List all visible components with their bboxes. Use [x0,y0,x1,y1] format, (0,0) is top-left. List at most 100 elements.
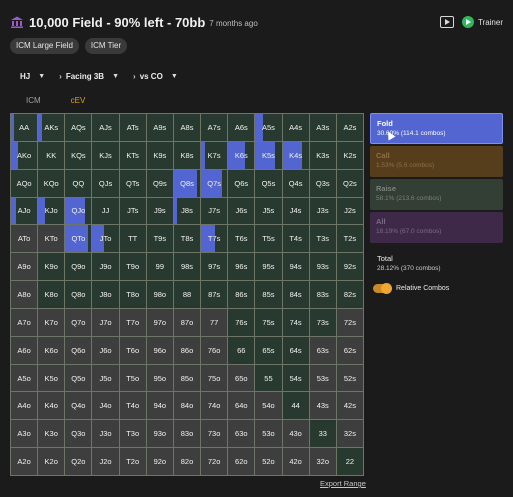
hand-cell[interactable]: J3s [309,197,336,225]
toggle-switch[interactable] [373,283,392,294]
action-raise[interactable]: Raise 58.1% (213.6 combos) [370,179,503,210]
hand-cell[interactable]: A4s [282,114,309,141]
facing-select[interactable]: › Facing 3B ▼ [59,72,119,81]
hand-cell[interactable]: A6o [11,336,38,364]
hand-cell[interactable]: Q5o [65,364,92,392]
action-call[interactable]: Call 1.53% (5.6 combos) [370,146,503,177]
hand-cell[interactable]: T2s [336,225,363,253]
action-allin[interactable]: All 18.19% (67.0 combos) [370,212,503,243]
hand-cell[interactable]: J7s [201,197,228,225]
hand-cell[interactable]: TT [119,225,146,253]
hand-cell[interactable]: Q8s [173,169,201,197]
hand-cell[interactable]: K5s [255,141,282,169]
hand-cell[interactable]: KK [38,141,65,169]
chip-icm-tier[interactable]: ICM Tier [84,38,128,54]
hand-cell[interactable]: A9o [11,253,38,281]
hand-cell[interactable]: 84o [173,392,201,420]
hand-cell[interactable]: T7s [201,225,228,253]
hand-cell[interactable]: 94s [282,253,309,281]
hand-cell[interactable]: T9o [119,253,146,281]
hand-cell[interactable]: 83s [309,281,336,308]
hand-cell[interactable]: 43s [309,392,336,420]
hand-cell[interactable]: KJo [38,197,65,225]
hand-cell[interactable]: A3s [309,114,336,141]
hand-cell[interactable]: J5s [255,197,282,225]
hand-cell[interactable]: K9o [38,253,65,281]
hand-cell[interactable]: A8o [11,281,38,308]
hand-cell[interactable]: 87s [201,281,228,308]
hand-cell[interactable]: 83o [173,420,201,448]
hand-cell[interactable]: QTo [65,225,92,253]
hand-cell[interactable]: K3s [309,141,336,169]
hand-cell[interactable]: J9s [146,197,173,225]
hand-cell[interactable]: A2o [11,448,38,475]
hand-cell[interactable]: 54s [282,364,309,392]
hand-cell[interactable]: 22 [336,448,363,475]
hand-cell[interactable]: A5o [11,364,38,392]
hand-cell[interactable]: JJ [92,197,119,225]
hand-cell[interactable]: 52s [336,364,363,392]
hand-cell[interactable]: AKs [38,114,65,141]
hand-cell[interactable]: Q2o [65,448,92,475]
hand-cell[interactable]: T8s [173,225,201,253]
hand-cell[interactable]: T7o [119,308,146,336]
hand-cell[interactable]: 75o [201,364,228,392]
hand-cell[interactable]: QJo [65,197,92,225]
hand-cell[interactable]: ATo [11,225,38,253]
hand-cell[interactable]: 65s [255,336,282,364]
hand-cell[interactable]: KTs [119,141,146,169]
hand-cell[interactable]: T9s [146,225,173,253]
hand-cell[interactable]: Q9o [65,253,92,281]
hand-cell[interactable]: 76s [228,308,255,336]
hand-cell[interactable]: 66 [228,336,255,364]
hand-cell[interactable]: KJs [92,141,119,169]
hand-cell[interactable]: K2o [38,448,65,475]
hand-cell[interactable]: 95o [146,364,173,392]
hand-cell[interactable]: Q8o [65,281,92,308]
hand-cell[interactable]: 77 [201,308,228,336]
hand-cell[interactable]: 82s [336,281,363,308]
hand-cell[interactable]: 63o [228,420,255,448]
hand-cell[interactable]: J8s [173,197,201,225]
hand-cell[interactable]: K4o [38,392,65,420]
hand-cell[interactable]: 73s [309,308,336,336]
hand-cell[interactable]: 87o [173,308,201,336]
hand-cell[interactable]: A7s [201,114,228,141]
hand-cell[interactable]: T5s [255,225,282,253]
hand-cell[interactable]: 62o [228,448,255,475]
hand-cell[interactable]: K8o [38,281,65,308]
hand-cell[interactable]: 92o [146,448,173,475]
hand-cell[interactable]: 74s [282,308,309,336]
hand-cell[interactable]: K9s [146,141,173,169]
hand-cell[interactable]: J6s [228,197,255,225]
hand-cell[interactable]: K6s [228,141,255,169]
hand-cell[interactable]: 33 [309,420,336,448]
hand-cell[interactable]: K2s [336,141,363,169]
hand-cell[interactable]: KQs [65,141,92,169]
hand-cell[interactable]: 93o [146,420,173,448]
hand-cell[interactable]: A3o [11,420,38,448]
hand-cell[interactable]: KQo [38,169,65,197]
hand-cell[interactable]: 62s [336,336,363,364]
hand-cell[interactable]: Q3s [309,169,336,197]
hand-cell[interactable]: 97o [146,308,173,336]
chip-icm-large-field[interactable]: ICM Large Field [10,38,79,54]
hand-cell[interactable]: 55 [255,364,282,392]
hand-cell[interactable]: 42o [282,448,309,475]
action-fold[interactable]: Fold 30.60% (114.1 combos) [370,113,503,144]
hand-cell[interactable]: ATs [119,114,146,141]
hand-cell[interactable]: AJs [92,114,119,141]
hand-cell[interactable]: QJs [92,169,119,197]
hand-cell[interactable]: 93s [309,253,336,281]
hand-cell[interactable]: J2s [336,197,363,225]
hand-cell[interactable]: T8o [119,281,146,308]
hand-cell[interactable]: T6s [228,225,255,253]
hand-cell[interactable]: 76o [201,336,228,364]
hand-cell[interactable]: T6o [119,336,146,364]
hand-cell[interactable]: J7o [92,308,119,336]
hand-cell[interactable]: Q5s [255,169,282,197]
hand-cell[interactable]: J3o [92,420,119,448]
hand-cell[interactable]: A2s [336,114,363,141]
hand-cell[interactable]: KTo [38,225,65,253]
hand-cell[interactable]: 53o [255,420,282,448]
